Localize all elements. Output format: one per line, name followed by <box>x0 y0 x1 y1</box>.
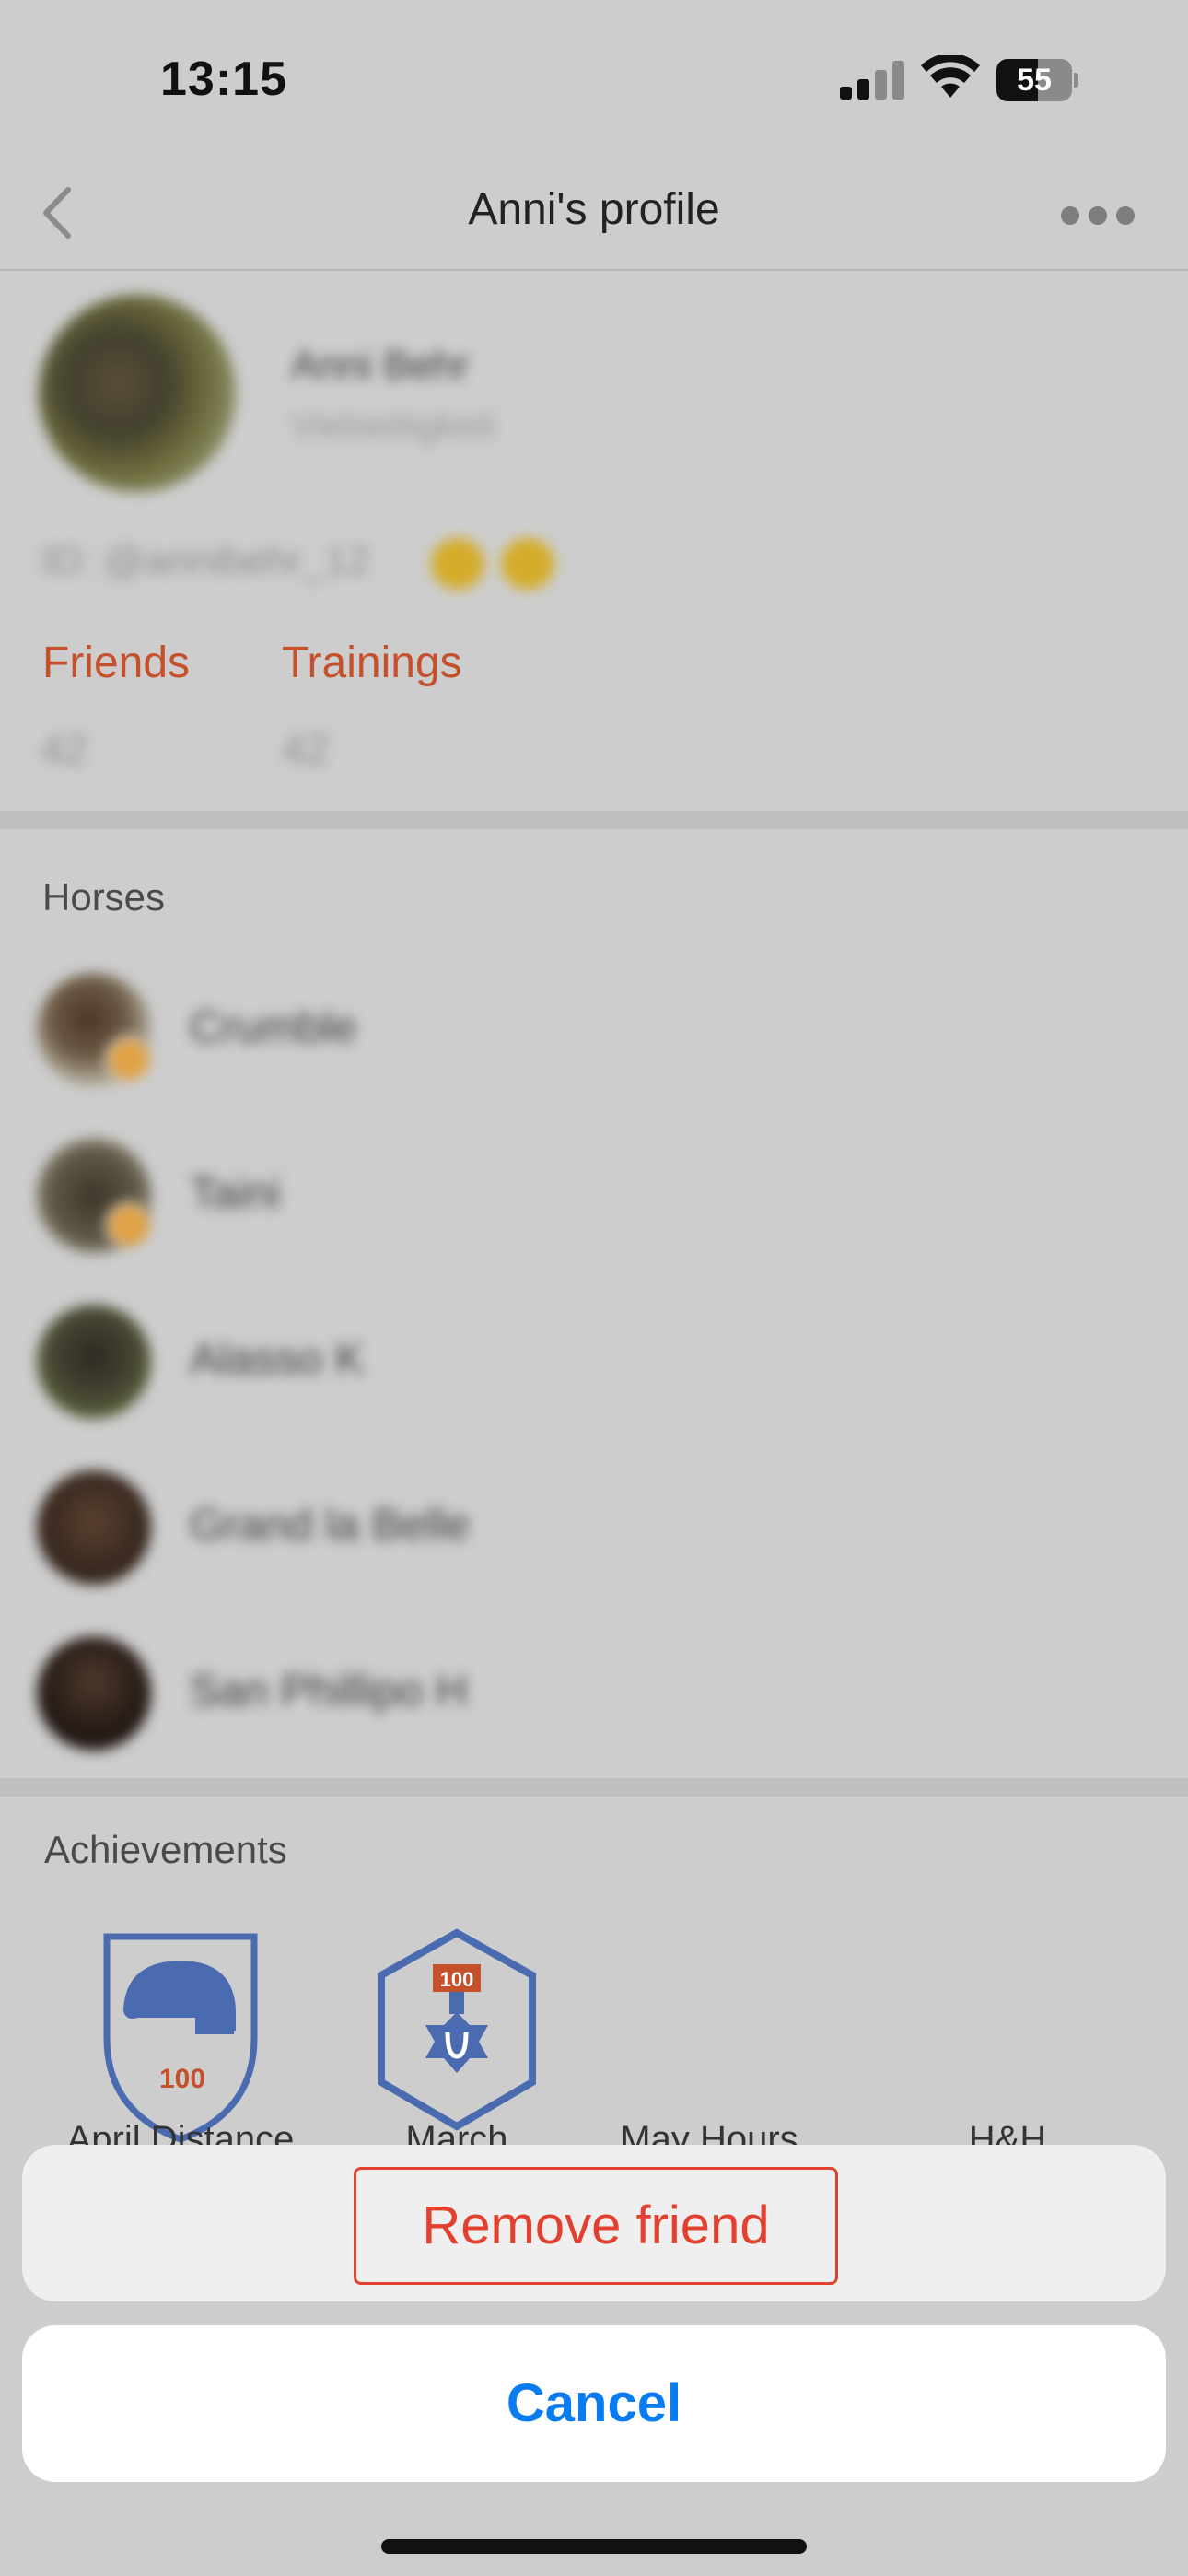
badge-text: 100 <box>440 1968 474 1991</box>
horse-badge <box>105 1201 153 1249</box>
section-divider <box>0 811 1188 829</box>
profile-screen: 13:15 55 Anni's profile Anni Behr Vielse… <box>0 0 1188 2576</box>
badge-text: 100 <box>159 2064 205 2094</box>
home-indicator <box>381 2539 807 2554</box>
section-divider <box>0 1778 1188 1797</box>
emoji-badges <box>431 538 560 590</box>
friends-stat-value: 42 <box>41 725 88 773</box>
page-title: Anni's profile <box>468 185 720 234</box>
cancel-button[interactable]: Cancel <box>22 2325 1166 2482</box>
horse-name: Alasso K <box>190 1335 365 1384</box>
trainings-stat-value: 42 <box>282 725 330 773</box>
horse-avatar <box>37 1305 151 1419</box>
horse-name: San Phillipo H <box>190 1667 468 1715</box>
friends-stat-label[interactable]: Friends <box>42 638 190 688</box>
status-bar: 13:15 55 <box>0 0 1188 157</box>
horse-badge <box>105 1036 153 1083</box>
profile-avatar <box>39 295 236 492</box>
horse-name: Crumble <box>190 1003 357 1052</box>
horse-avatar <box>37 1636 151 1751</box>
horses-section-title: Horses <box>42 875 166 919</box>
battery-level: 55 <box>1017 63 1052 98</box>
profile-id: ID: @annibehr_12 <box>41 538 370 583</box>
horse-name: Taini <box>190 1169 281 1218</box>
battery-icon: 55 <box>996 59 1078 101</box>
trainings-stat-label[interactable]: Trainings <box>282 638 462 688</box>
horse-name: Grand la Belle <box>190 1501 471 1550</box>
horse-list-item[interactable]: Taini <box>0 1115 1188 1281</box>
status-time: 13:15 <box>160 53 287 106</box>
wifi-icon <box>921 55 980 98</box>
horse-avatar <box>37 1470 151 1585</box>
profile-discipline: Vielseitigkeit <box>291 405 495 446</box>
profile-name: Anni Behr <box>291 343 470 388</box>
horse-list-item[interactable]: Alasso K <box>0 1281 1188 1446</box>
horse-list-item[interactable]: San Phillipo H <box>0 1612 1188 1778</box>
navigation-bar: Anni's profile <box>0 157 1188 271</box>
horse-list-item[interactable]: Grand la Belle <box>0 1446 1188 1612</box>
horse-list-item[interactable]: Crumble <box>0 949 1188 1115</box>
remove-friend-button[interactable]: Remove friend <box>354 2167 838 2285</box>
ellipsis-icon[interactable] <box>1059 193 1136 234</box>
cellular-signal-icon <box>840 61 904 100</box>
achievements-section-title: Achievements <box>44 1828 287 1871</box>
